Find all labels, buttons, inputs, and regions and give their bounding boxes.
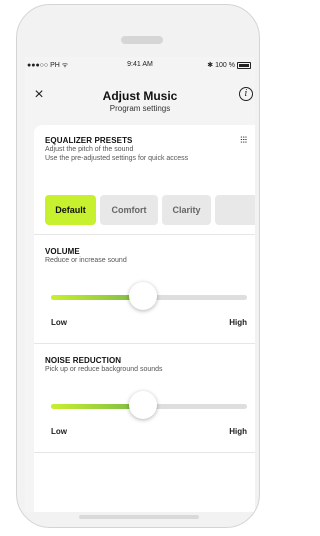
info-icon: i (244, 89, 248, 99)
page-subtitle: Program settings (109, 104, 171, 113)
phone-frame: ●●●○○ PH ᯤ 9:41 AM ✱ 100 % × Adjust Musi… (16, 4, 260, 528)
app-screen: ●●●○○ PH ᯤ 9:41 AM ✱ 100 % × Adjust Musi… (25, 57, 255, 512)
noise-reduction-section: NOISE REDUCTION Pick up or reduce backgr… (34, 344, 255, 452)
equalizer-settings-icon[interactable]: ⫶⫶⫶ (240, 135, 247, 146)
preset-clarity[interactable]: Clarity (162, 195, 211, 225)
noise-reduction-slider[interactable] (51, 391, 247, 421)
info-button[interactable]: i (239, 87, 253, 101)
volume-section: VOLUME Reduce or increase sound Low High (34, 235, 255, 343)
noise-reduction-description: Pick up or reduce background sounds (45, 366, 163, 373)
volume-title: VOLUME (45, 247, 80, 256)
preset-list: Default Comfort Clarity (45, 195, 255, 225)
battery-icon (237, 61, 251, 69)
preset-more[interactable] (215, 195, 255, 225)
status-bar: ●●●○○ PH ᯤ 9:41 AM ✱ 100 % (25, 57, 255, 73)
volume-low-label: Low (51, 318, 67, 327)
noise-reduction-low-label: Low (51, 427, 67, 436)
noise-reduction-title: NOISE REDUCTION (45, 356, 122, 365)
preset-default[interactable]: Default (45, 195, 96, 225)
noise-reduction-slider-thumb[interactable] (129, 391, 158, 419)
equalizer-description: Adjust the pitch of the sound Use the pr… (45, 146, 189, 162)
bluetooth-icon: ✱ (207, 62, 214, 69)
volume-slider[interactable] (51, 282, 247, 312)
battery-percent: 100 % (215, 61, 235, 69)
home-indicator (79, 515, 199, 519)
volume-description: Reduce or increase sound (45, 257, 127, 264)
status-right: ✱ 100 % (207, 61, 251, 69)
volume-slider-thumb[interactable] (129, 282, 158, 310)
volume-high-label: High (229, 318, 247, 327)
page-header: × Adjust Music Program settings i (25, 85, 255, 121)
noise-reduction-high-label: High (229, 427, 247, 436)
equalizer-title: EQUALIZER PRESETS (45, 136, 133, 145)
page-title: Adjust Music (102, 89, 178, 103)
divider (34, 452, 255, 453)
settings-card: EQUALIZER PRESETS ⫶⫶⫶ Adjust the pitch o… (34, 125, 255, 512)
preset-comfort[interactable]: Comfort (100, 195, 158, 225)
phone-speaker (121, 36, 163, 44)
equalizer-section: EQUALIZER PRESETS ⫶⫶⫶ Adjust the pitch o… (34, 125, 255, 235)
